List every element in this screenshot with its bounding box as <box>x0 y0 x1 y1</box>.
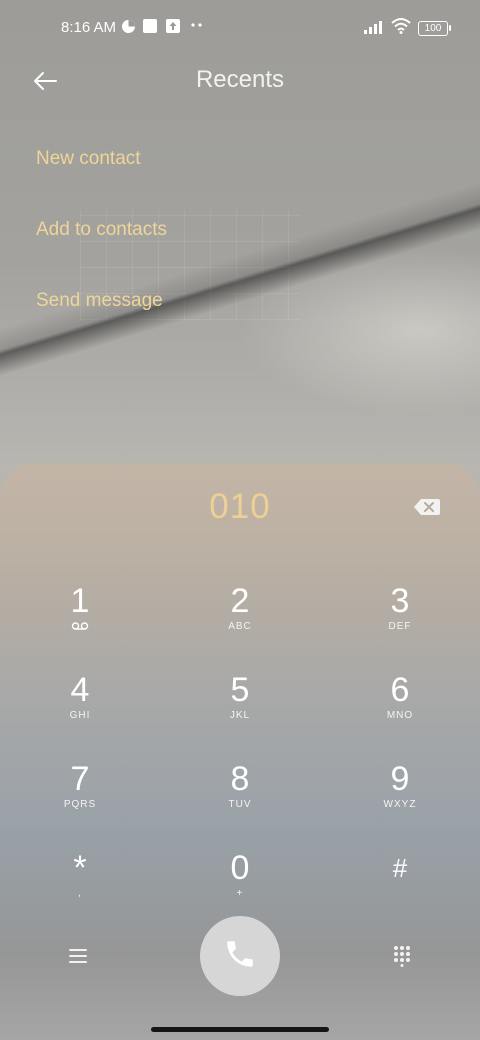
key-6[interactable]: 6 MNO <box>330 672 470 752</box>
key-digit: # <box>392 853 408 883</box>
key-digit: 0 <box>230 849 250 887</box>
phone-icon <box>223 937 257 976</box>
home-indicator[interactable] <box>151 1027 329 1032</box>
page-title: Recents <box>195 66 285 93</box>
status-bar: 8:16 AM 100 <box>0 0 480 56</box>
key-digit: 9 <box>390 760 410 798</box>
key-1[interactable]: 1 <box>10 583 150 663</box>
wifi-icon <box>391 17 411 34</box>
key-digit: 8 <box>230 760 250 798</box>
key-4[interactable]: 4 GHI <box>10 672 150 752</box>
key-8[interactable]: 8 TUV <box>170 761 310 841</box>
key-3[interactable]: 3 DEF <box>330 583 470 663</box>
key-letters: ABC <box>228 621 252 632</box>
key-digit: * <box>73 849 87 887</box>
key-letters: TUV <box>228 799 252 810</box>
key-letters: , <box>78 888 82 899</box>
key-digit: 7 <box>70 760 90 798</box>
entered-number: 010 <box>209 487 271 526</box>
key-5[interactable]: 5 JKL <box>170 672 310 752</box>
key-letters: DEF <box>388 621 412 632</box>
voicemail-icon <box>10 621 150 634</box>
key-letters: + <box>236 888 244 899</box>
status-time: 8:16 AM <box>61 19 117 36</box>
key-digit: 4 <box>70 671 90 709</box>
more-dots-icon <box>190 17 204 32</box>
dialpad-icon[interactable] <box>388 942 416 970</box>
key-star[interactable]: * , <box>10 850 150 930</box>
add-to-contacts-link[interactable]: Add to contacts <box>36 219 167 241</box>
upload-icon <box>166 19 180 34</box>
key-digit: 1 <box>70 582 90 620</box>
menu-icon[interactable] <box>64 942 92 970</box>
key-7[interactable]: 7 PQRS <box>10 761 150 841</box>
square-icon <box>143 19 157 34</box>
key-digit: 5 <box>230 671 250 709</box>
key-digit: 3 <box>390 582 410 620</box>
key-letters: JKL <box>229 710 251 721</box>
new-contact-link[interactable]: New contact <box>36 148 141 170</box>
call-button[interactable] <box>200 916 280 996</box>
key-hash[interactable]: # <box>330 850 470 930</box>
key-2[interactable]: 2 ABC <box>170 583 310 663</box>
key-9[interactable]: 9 WXYZ <box>330 761 470 841</box>
key-digit: 2 <box>230 582 250 620</box>
send-message-link[interactable]: Send message <box>36 290 163 312</box>
key-letters: PQRS <box>63 799 97 810</box>
key-digit: 6 <box>390 671 410 709</box>
battery-icon: 100 <box>418 21 451 36</box>
backspace-icon[interactable] <box>412 495 442 519</box>
notification-icon <box>121 19 136 34</box>
signal-icon <box>364 19 386 34</box>
key-letters: GHI <box>69 710 91 721</box>
key-letters: WXYZ <box>383 799 417 810</box>
key-letters: MNO <box>386 710 414 721</box>
